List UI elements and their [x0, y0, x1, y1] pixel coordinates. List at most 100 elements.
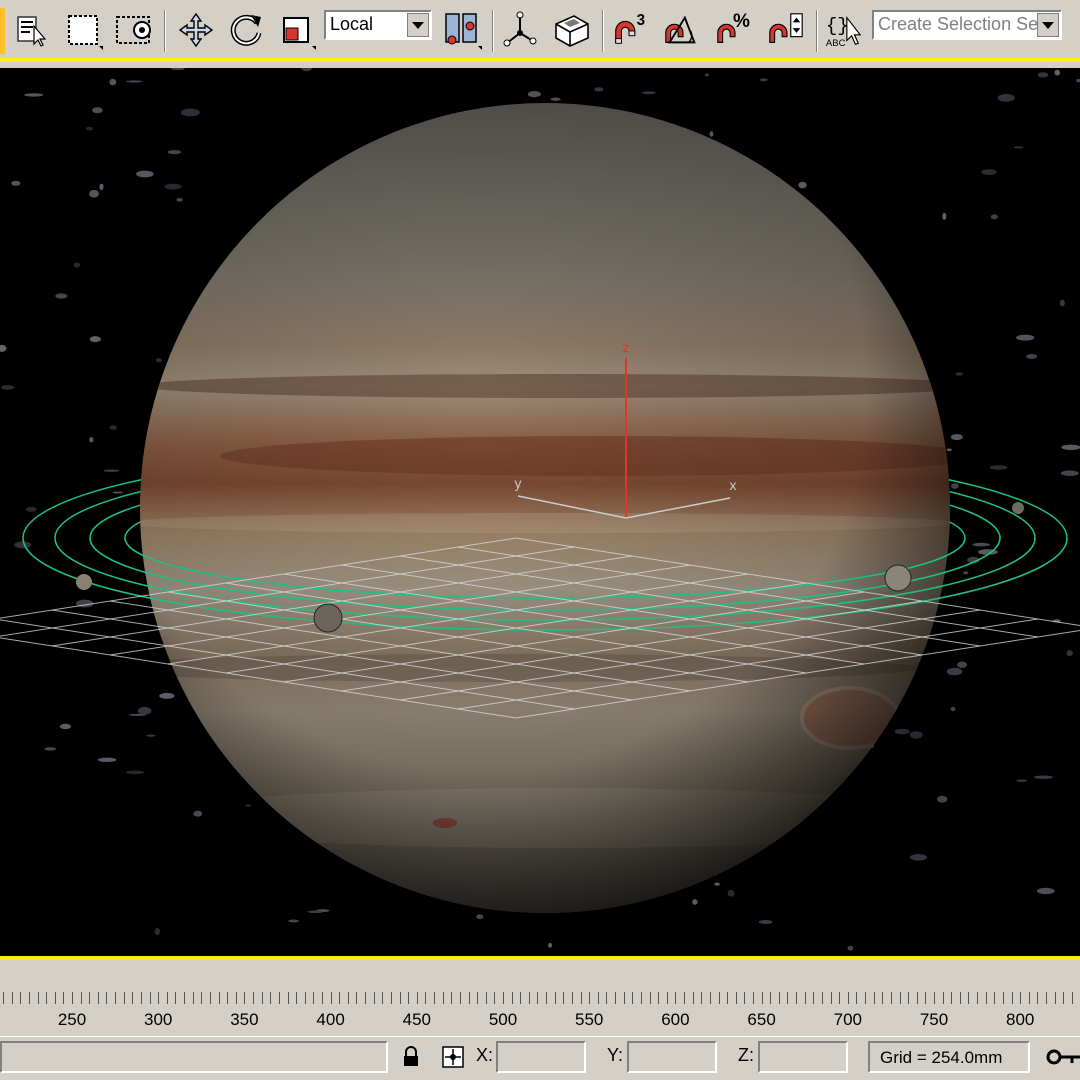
rectangular-selection-button[interactable] [64, 6, 104, 54]
z-coordinate-field[interactable] [758, 1041, 848, 1073]
abc-label: ABC [826, 38, 846, 49]
star [997, 94, 1015, 102]
keyboard-shortcut-override-button[interactable] [552, 6, 592, 54]
window-crossing-button[interactable] [114, 6, 154, 54]
star [25, 506, 37, 512]
star [1033, 775, 1053, 779]
prompt-line [0, 1041, 388, 1073]
toolbar-active-marker [0, 8, 5, 54]
star [14, 541, 32, 549]
star [798, 181, 807, 189]
braces-glyph: {} [826, 15, 849, 37]
time-slider-track[interactable] [0, 956, 1080, 992]
star [180, 108, 200, 117]
timeline-ruler[interactable]: 250 300 350 400 450 500 550 600 650 700 750 800 [0, 988, 1080, 1036]
selection-set-dropdown[interactable]: Create Selection Set [872, 10, 1062, 40]
star [1059, 299, 1065, 307]
named-selection-icon: {} ABC [826, 15, 862, 49]
angle-snap-icon [665, 15, 696, 44]
star [99, 183, 104, 190]
star [59, 723, 71, 730]
star [138, 707, 152, 715]
star [951, 483, 959, 489]
ruler-label: 700 [833, 1010, 862, 1029]
star [193, 810, 203, 817]
star [704, 73, 709, 77]
moon[interactable] [76, 574, 92, 590]
star [73, 262, 81, 268]
reference-coordinate-dropdown[interactable]: Local [324, 10, 432, 40]
star [176, 198, 183, 202]
star [847, 945, 854, 951]
star [937, 795, 948, 803]
moon[interactable] [884, 564, 912, 592]
star [1061, 444, 1080, 450]
spinner-snap-icon [769, 13, 803, 43]
star [714, 882, 720, 886]
angle-snap-button[interactable] [662, 6, 702, 54]
edit-named-selection-button[interactable]: {} ABC [824, 6, 864, 54]
star [1060, 470, 1079, 477]
use-pivot-point-button[interactable] [442, 6, 482, 54]
ruler-label: 800 [1006, 1010, 1035, 1029]
ruler-label: 600 [661, 1010, 690, 1029]
select-and-manipulate-button[interactable] [500, 6, 540, 54]
star [1016, 779, 1027, 782]
percent-snap-button[interactable]: % [714, 6, 754, 54]
star [1066, 650, 1073, 657]
star [89, 437, 94, 443]
ruler-label: 650 [747, 1010, 776, 1029]
star [989, 465, 1008, 470]
rectangular-selection-icon [68, 15, 103, 50]
chevron-down-icon[interactable] [407, 13, 429, 37]
percent-label: % [733, 11, 750, 32]
scale-button[interactable] [276, 6, 316, 54]
perspective-viewport[interactable]: z y x [0, 68, 1080, 956]
selection-lock-toggle[interactable] [398, 1043, 424, 1071]
star [164, 183, 182, 190]
star [103, 469, 120, 472]
key-mode-toggle[interactable] [1046, 1043, 1080, 1071]
chevron-down-icon[interactable] [1037, 13, 1059, 37]
star [0, 385, 15, 390]
ruler-label: 750 [919, 1010, 949, 1029]
ruler-label: 300 [144, 1010, 173, 1029]
star [758, 920, 773, 924]
star [641, 91, 656, 95]
snap-3d-button[interactable]: 3 [610, 6, 650, 54]
star [476, 914, 484, 919]
star [909, 731, 923, 739]
star [950, 706, 956, 712]
rotate-button[interactable] [226, 6, 266, 54]
keyboard-shortcut-icon [555, 15, 589, 47]
star [990, 214, 998, 220]
moon[interactable] [1012, 502, 1024, 514]
star [307, 910, 324, 914]
star [972, 542, 990, 547]
lock-icon [404, 1046, 418, 1066]
absolute-mode-toggle[interactable] [440, 1043, 466, 1071]
star [909, 854, 927, 861]
viewport-canvas: z y x [0, 68, 1080, 956]
select-by-name-button[interactable] [12, 6, 52, 54]
ruler-ticks [3, 992, 1073, 1004]
y-coordinate-label: Y: [607, 1045, 624, 1065]
star [97, 757, 117, 762]
star [86, 126, 93, 131]
star [963, 571, 969, 575]
star [1036, 887, 1055, 895]
moon[interactable] [313, 603, 343, 633]
selection-set-placeholder: Create Selection Set [878, 14, 1044, 34]
percent-snap-icon: % [717, 11, 750, 43]
star [894, 728, 910, 735]
star [11, 180, 21, 186]
star [24, 93, 44, 97]
absolute-mode-icon [442, 1046, 464, 1068]
toolbar-separator [816, 10, 818, 52]
spinner-snap-button[interactable] [766, 6, 806, 54]
x-coordinate-field[interactable] [496, 1041, 586, 1073]
rotate-icon [230, 14, 262, 46]
star [594, 87, 604, 92]
y-coordinate-field[interactable] [627, 1041, 717, 1073]
move-button[interactable] [176, 6, 216, 54]
